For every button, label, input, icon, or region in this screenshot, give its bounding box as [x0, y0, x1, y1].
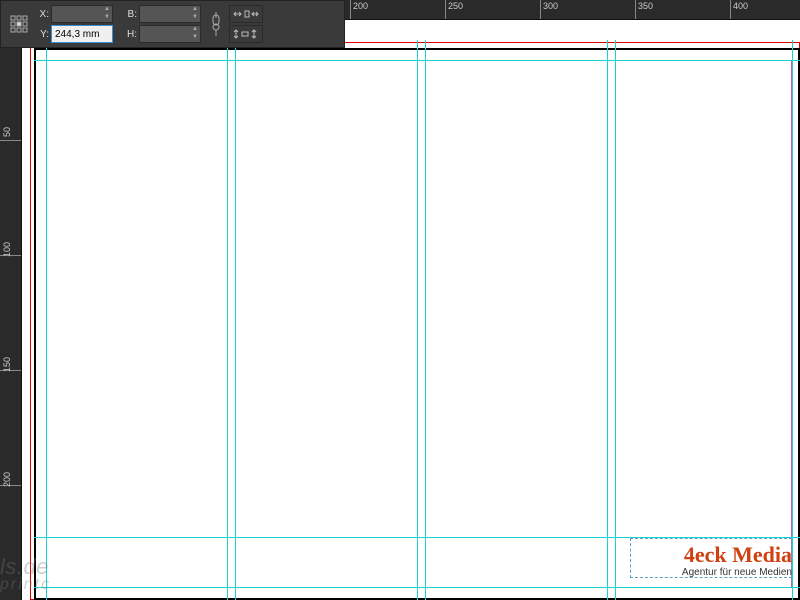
x-input[interactable]: ▲▼ [51, 5, 113, 23]
ruler-tick-label: 300 [543, 1, 558, 11]
x-label: X: [35, 9, 49, 20]
width-input[interactable]: ▲▼ [139, 5, 201, 23]
logo-block[interactable]: 4eck Media Agentur für neue Medien [632, 544, 792, 578]
constrain-link-icon[interactable] [211, 10, 221, 38]
h-label: H: [123, 29, 137, 40]
w-label: B: [123, 9, 137, 20]
ruler-tick-label: 250 [448, 1, 463, 11]
watermark: ls.de printc [0, 554, 51, 594]
logo-main-text: 4eck Media [632, 544, 792, 566]
ruler-tick-label: 350 [638, 1, 653, 11]
ruler-tick-label: 50 [2, 127, 12, 137]
document-canvas[interactable]: 4eck Media Agentur für neue Medien [22, 20, 800, 600]
ruler-tick-label: 200 [353, 1, 368, 11]
height-input[interactable]: ▲▼ [139, 25, 201, 43]
horizontal-ruler[interactable]: 200 250 300 350 400 [345, 0, 800, 20]
scale-horizontal-button[interactable] [229, 5, 263, 23]
ruler-tick-label: 200 [2, 472, 12, 487]
reference-point-icon[interactable] [7, 4, 31, 44]
watermark-line: printc [0, 576, 51, 594]
logo-sub-text: Agentur für neue Medien [632, 567, 792, 578]
page-border [34, 48, 800, 600]
y-value: 244,3 mm [55, 29, 99, 40]
vertical-ruler[interactable]: 50 100 150 200 [0, 20, 22, 600]
y-label: Y: [35, 29, 49, 40]
scale-vertical-button[interactable] [229, 25, 263, 43]
y-input[interactable]: 244,3 mm [51, 25, 113, 43]
ruler-tick-label: 400 [733, 1, 748, 11]
ruler-tick-label: 100 [2, 242, 12, 257]
ruler-tick-label: 150 [2, 357, 12, 372]
transform-control-bar: X: ▲▼ Y: 244,3 mm B: ▲▼ H: ▲▼ [0, 0, 345, 48]
